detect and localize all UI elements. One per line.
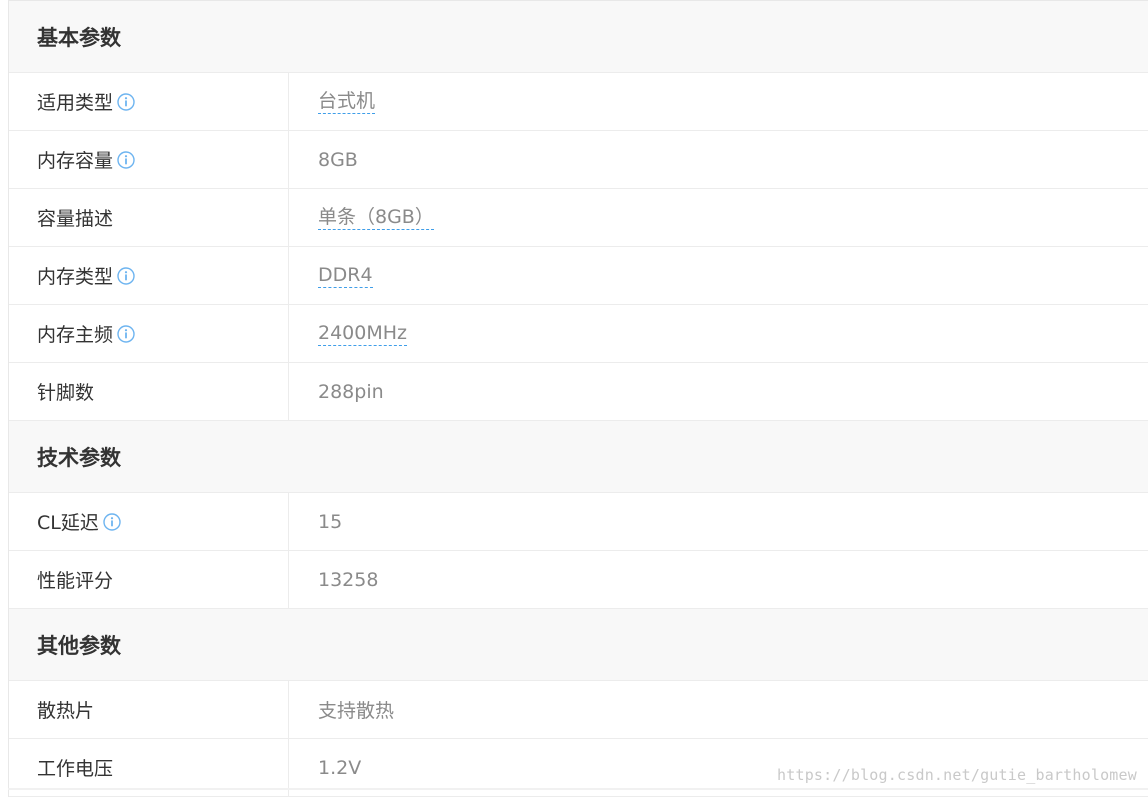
spec-row-memory-capacity: 内存容量 8GB — [9, 131, 1148, 189]
spec-row-cl-latency: CL延迟 15 — [9, 493, 1148, 551]
spec-value-cell: 支持散热 — [289, 681, 1148, 738]
section-header-other: 其他参数 — [9, 609, 1148, 681]
spec-label-cell: 内存类型 — [9, 247, 289, 304]
spec-value-cell: 8GB — [289, 131, 1148, 188]
spec-value-cell: 2400MHz — [289, 305, 1148, 362]
spec-row-performance-score: 性能评分 13258 — [9, 551, 1148, 609]
spec-label: 内存类型 — [37, 262, 113, 289]
spec-label-cell: 内存主频 — [9, 305, 289, 362]
spec-value-cell: 13258 — [289, 551, 1148, 608]
info-icon[interactable] — [117, 151, 135, 169]
info-icon[interactable] — [117, 93, 135, 111]
spec-row-pin-count: 针脚数 288pin — [9, 363, 1148, 421]
spec-value-cell: 单条（8GB） — [289, 189, 1148, 246]
spec-value-link[interactable]: 2400MHz — [318, 322, 407, 346]
spec-value-link[interactable]: 台式机 — [318, 90, 375, 114]
info-icon[interactable] — [103, 513, 121, 531]
spec-row-memory-frequency: 内存主频 2400MHz — [9, 305, 1148, 363]
info-icon[interactable] — [117, 325, 135, 343]
spec-row-capacity-description: 容量描述 单条（8GB） — [9, 189, 1148, 247]
spec-label: 性能评分 — [37, 566, 113, 593]
spec-label: 容量描述 — [37, 204, 113, 231]
spec-label-cell: CL延迟 — [9, 493, 289, 550]
spec-row-memory-type: 内存类型 DDR4 — [9, 247, 1148, 305]
spec-label-cell: 容量描述 — [9, 189, 289, 246]
info-icon[interactable] — [117, 267, 135, 285]
spec-value-cell: 288pin — [289, 363, 1148, 420]
spec-value: 288pin — [318, 381, 384, 403]
spec-label-cell: 针脚数 — [9, 363, 289, 420]
spec-value: 13258 — [318, 569, 378, 591]
spec-value-cell: 台式机 — [289, 73, 1148, 130]
spec-value: 支持散热 — [318, 696, 394, 723]
section-header-technical: 技术参数 — [9, 421, 1148, 493]
spec-value-cell: 15 — [289, 493, 1148, 550]
spec-label: 适用类型 — [37, 88, 113, 115]
spec-label-cell: 适用类型 — [9, 73, 289, 130]
spec-row-applicable-type: 适用类型 台式机 — [9, 73, 1148, 131]
spec-label: 散热片 — [37, 696, 94, 723]
spec-table: 基本参数 适用类型 台式机 内存容量 8GB 容量描述 单条（8GB） — [8, 0, 1148, 797]
spec-label-cell: 散热片 — [9, 681, 289, 738]
spec-value: 15 — [318, 511, 342, 533]
spec-label: 针脚数 — [37, 378, 94, 405]
watermark-text: https://blog.csdn.net/gutie_bartholomew — [777, 766, 1137, 784]
spec-label: 工作电压 — [37, 754, 113, 781]
spec-value-cell: DDR4 — [289, 247, 1148, 304]
bottom-divider — [8, 788, 1148, 790]
spec-row-heatsink: 散热片 支持散热 — [9, 681, 1148, 739]
spec-value-link[interactable]: 单条（8GB） — [318, 206, 434, 230]
spec-label: CL延迟 — [37, 508, 99, 535]
spec-value-link[interactable]: DDR4 — [318, 264, 373, 288]
spec-label-cell: 内存容量 — [9, 131, 289, 188]
section-header-basic: 基本参数 — [9, 1, 1148, 73]
spec-label: 内存容量 — [37, 146, 113, 173]
spec-label: 内存主频 — [37, 320, 113, 347]
spec-label-cell: 性能评分 — [9, 551, 289, 608]
spec-value: 8GB — [318, 149, 358, 171]
spec-value: 1.2V — [318, 757, 361, 779]
